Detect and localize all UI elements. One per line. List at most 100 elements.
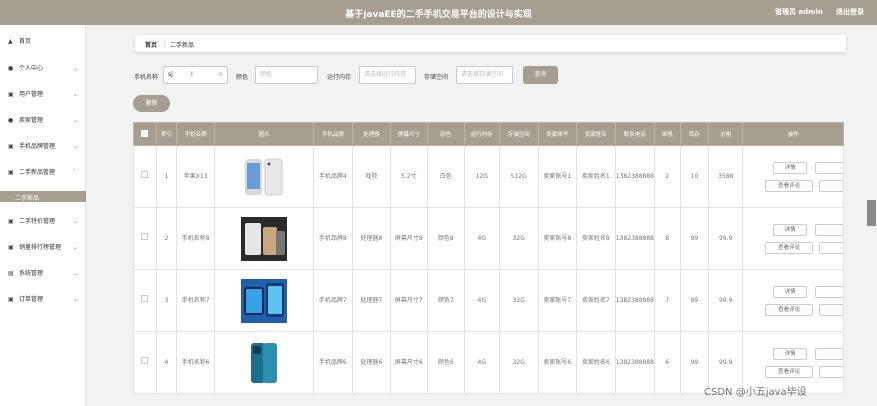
home-icon: ▲: [8, 38, 13, 45]
name-filter-input[interactable]: sj I ⊗: [163, 66, 228, 84]
cell-brand: 手机品牌8: [312, 207, 353, 270]
current-user[interactable]: 管理员 admin: [775, 7, 823, 17]
row-select-cell[interactable]: [133, 207, 157, 270]
search-button[interactable]: 查询: [523, 66, 558, 84]
sidebar: ▲ 首页 ● 个人中心 ⌄ ▣ 用户管理 ⌄ ● 卖家管理 ⌄ ▣ 手机品牌管理…: [0, 25, 86, 406]
scrollbar-thumb[interactable]: [867, 200, 876, 226]
sidebar-item-label: 二手特价管理: [19, 218, 56, 225]
cell-storage: 32G: [498, 331, 539, 394]
cell-seller-name: 卖家姓名6: [575, 331, 616, 394]
sidebar-item-system[interactable]: ▤ 系统管理 ⌄: [0, 267, 86, 281]
chevron-down-icon: ⌄: [73, 218, 79, 225]
sidebar-item-label: 首页: [19, 38, 32, 45]
col-header: 颜色: [426, 122, 465, 146]
sidebar-item-specials[interactable]: ▣ 二手特价管理 ⌄: [0, 215, 86, 229]
cell-seller-name: 卖家姓名7: [575, 269, 616, 332]
review-button[interactable]: 查看评论: [765, 304, 814, 316]
col-header: 手机品牌: [312, 122, 353, 146]
cell-seller-account: 卖家账号6: [537, 331, 577, 394]
cell-color: 颜色6: [426, 331, 465, 394]
cell-limit: 6: [653, 331, 681, 394]
memory-filter-placeholder: 请选择运行内存: [364, 71, 407, 78]
sidebar-item-profile[interactable]: ● 个人中心 ⌄: [0, 62, 86, 76]
rank-icon: ▣: [8, 244, 14, 251]
select-all-checkbox[interactable]: [141, 129, 149, 137]
col-header: 处理器: [351, 122, 391, 146]
sidebar-item-home[interactable]: ▲ 首页: [0, 35, 86, 49]
sidebar-item-label: 系统管理: [19, 270, 44, 277]
cell-seller-account: 卖家账号1: [537, 145, 577, 208]
order-icon: ▣: [8, 296, 14, 303]
detail-button[interactable]: 详情: [773, 162, 808, 174]
storage-filter-select[interactable]: 请选择存储空间: [456, 66, 513, 84]
sidebar-item-new-phones[interactable]: ▣ 二手新品管理 ˆ: [0, 166, 86, 180]
col-header: 手机名称: [176, 122, 216, 146]
edit-button[interactable]: [815, 286, 843, 298]
edit-button[interactable]: [815, 348, 843, 360]
breadcrumb-current: 二手新品: [170, 42, 195, 49]
edit-button[interactable]: [815, 224, 843, 236]
seller-icon: ●: [8, 117, 14, 124]
delete-row-button[interactable]: [819, 180, 843, 192]
row-checkbox[interactable]: [141, 171, 149, 178]
select-all-cell[interactable]: [133, 122, 157, 146]
sidebar-item-brands[interactable]: ▣ 手机品牌管理 ⌄: [0, 140, 86, 154]
col-header: 操作: [742, 122, 844, 146]
cell-seller-name: 卖家姓名8: [575, 207, 616, 270]
color-filter-placeholder: 颜色: [260, 71, 273, 78]
logout-link[interactable]: 退出登录: [836, 7, 864, 17]
review-button[interactable]: 查看评论: [765, 366, 814, 378]
row-select-cell[interactable]: [133, 269, 157, 332]
row-select-cell[interactable]: [133, 145, 157, 208]
breadcrumb-separator: ⋮: [162, 40, 168, 47]
cell-screen: 屏幕尺寸7: [389, 269, 428, 332]
table-row: 2 手机名称8 手机品牌8 处理器8 屏幕尺寸8 颜色8 4G 32G 卖家账号…: [133, 207, 844, 270]
sidebar-item-sellers[interactable]: ● 卖家管理 ⌄: [0, 114, 86, 128]
cell-cpu: 处理器7: [351, 269, 391, 332]
cell-seller-account: 卖家账号8: [537, 207, 577, 270]
app-title: 基于javaEE的二手手机交易平台的设计与实现: [345, 10, 532, 20]
delete-row-button[interactable]: [819, 242, 843, 254]
color-filter-input[interactable]: 颜色: [255, 66, 318, 84]
cell-brand: 手机品牌6: [312, 331, 353, 394]
cell-name: 手机名称7: [176, 269, 216, 332]
clear-icon[interactable]: ⊗: [218, 67, 223, 83]
delete-row-button[interactable]: [819, 366, 843, 378]
row-checkbox[interactable]: [141, 233, 149, 240]
tag-icon: ▣: [8, 218, 14, 225]
detail-button[interactable]: 详情: [773, 224, 808, 236]
cell-index: 1: [155, 145, 178, 208]
cell-stock: 99: [679, 269, 710, 332]
sidebar-item-orders[interactable]: ▣ 订单管理 ⌄: [0, 293, 86, 307]
col-header: 运行内存: [463, 122, 500, 146]
delete-row-button[interactable]: [819, 304, 843, 316]
cell-price: 3588: [708, 145, 744, 208]
col-header: 索引: [155, 122, 178, 146]
row-checkbox[interactable]: [141, 295, 149, 302]
cell-limit: 8: [653, 207, 681, 270]
storage-filter-placeholder: 请选择存储空间: [461, 71, 504, 78]
edit-button[interactable]: [815, 162, 843, 174]
row-checkbox[interactable]: [141, 357, 149, 364]
review-button[interactable]: 查看评论: [765, 180, 814, 192]
cell-screen: 5.2寸: [389, 145, 428, 208]
system-icon: ▤: [8, 270, 14, 277]
detail-button[interactable]: 详情: [773, 348, 808, 360]
memory-filter-select[interactable]: 请选择运行内存: [359, 66, 416, 84]
sidebar-item-users[interactable]: ▣ 用户管理 ⌄: [0, 88, 86, 102]
chevron-down-icon: ⌄: [73, 65, 79, 72]
detail-button[interactable]: 详情: [773, 286, 808, 298]
submenu-item-new-phones[interactable]: 二手新品: [0, 191, 86, 202]
row-select-cell[interactable]: [133, 331, 157, 394]
cell-index: 4: [155, 331, 178, 394]
storage-filter-label: 存储空间: [424, 74, 449, 81]
delete-button[interactable]: 删除: [133, 95, 170, 112]
phone-icon: ▣: [8, 169, 14, 176]
breadcrumb-home[interactable]: 首页: [145, 40, 157, 49]
review-button[interactable]: 查看评论: [765, 242, 814, 254]
cell-actions: 详情 查看评论: [742, 269, 844, 332]
memory-filter-label: 运行内存: [327, 74, 352, 81]
cell-color: 颜色8: [426, 207, 465, 270]
sidebar-item-rankings[interactable]: ▣ 销量排行榜管理 ⌄: [0, 241, 86, 255]
sidebar-item-label: 用户管理: [19, 91, 44, 98]
